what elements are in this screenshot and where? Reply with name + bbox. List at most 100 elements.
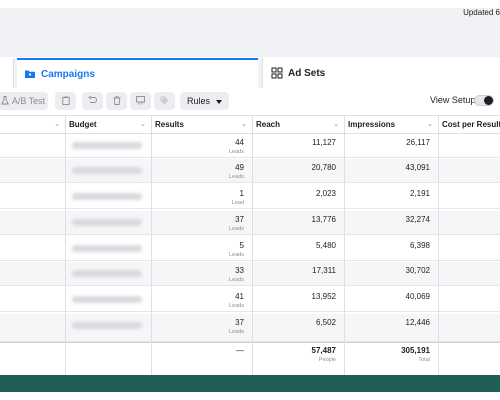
header-bar xyxy=(0,8,500,35)
view-setup-toggle[interactable] xyxy=(474,95,494,106)
ab-test-button[interactable]: A/B Test xyxy=(0,92,48,110)
table-row[interactable]: 49 Leads 20,780 43,091 xyxy=(0,159,500,183)
table-row[interactable]: 5 Leads 5,480 6,398 xyxy=(0,237,500,261)
preview-icon xyxy=(136,95,145,107)
results-value: 37 xyxy=(235,318,244,327)
column-header-budget[interactable]: Budget ⌄ xyxy=(65,115,151,134)
clipboard-icon xyxy=(61,96,70,107)
budget-redacted xyxy=(72,167,142,174)
results-unit: Leads xyxy=(229,149,244,155)
results-unit: Leads xyxy=(229,226,244,232)
rules-label: Rules xyxy=(186,96,210,106)
reach-value: 13,776 xyxy=(311,215,336,224)
impressions-value: 2,191 xyxy=(409,189,430,198)
table-row[interactable]: 33 Leads 17,311 30,702 xyxy=(0,262,500,286)
tab-ad-sets-label: Ad Sets xyxy=(288,67,326,79)
results-value: 44 xyxy=(235,138,244,147)
sort-chevron-icon: ⌄ xyxy=(333,121,339,128)
column-divider xyxy=(438,115,439,375)
reach-value: 6,502 xyxy=(315,318,336,327)
table-row[interactable]: 37 Leads 6,502 12,446 xyxy=(0,314,500,342)
bottom-margin xyxy=(0,392,500,400)
reach-value: 17,311 xyxy=(312,266,336,275)
table-row[interactable]: 44 Leads 11,127 26,117 xyxy=(0,134,500,158)
reach-value: 5,480 xyxy=(315,241,336,250)
view-setup-label: View Setup xyxy=(430,95,476,105)
reach-value: 20,780 xyxy=(311,163,336,172)
results-unit: Leads xyxy=(229,329,244,335)
impressions-value: 26,117 xyxy=(406,138,430,147)
column-divider xyxy=(151,115,152,375)
tag-icon xyxy=(160,96,169,107)
column-divider xyxy=(344,115,345,375)
reach-total-unit: People xyxy=(318,357,336,363)
impressions-value: 40,069 xyxy=(405,292,430,301)
results-value: 49 xyxy=(235,163,244,172)
results-unit: Leads xyxy=(229,252,244,258)
results-unit: Leads xyxy=(229,174,244,180)
reach-value: 13,952 xyxy=(311,292,336,301)
table-row[interactable]: 37 Leads 13,776 32,274 xyxy=(0,211,500,235)
results-value: 37 xyxy=(235,215,244,224)
budget-redacted xyxy=(72,219,142,226)
top-margin xyxy=(0,0,500,8)
column-header-name[interactable]: ⌄ xyxy=(0,115,65,134)
results-unit: Leads xyxy=(229,277,244,283)
tab-ad-sets[interactable]: Ad Sets xyxy=(262,58,500,88)
impressions-value: 30,702 xyxy=(405,266,430,275)
toolbar: A/B Test Rules View Setup xyxy=(0,88,500,114)
column-header-label: Budget xyxy=(69,120,97,129)
sort-chevron-icon: ⌄ xyxy=(140,121,146,128)
sort-chevron-icon: ⌄ xyxy=(427,121,433,128)
grid-icon xyxy=(271,67,283,79)
totals-row: — 57,487 People 305,191 Total xyxy=(0,342,500,375)
results-unit: Lead xyxy=(231,200,244,206)
column-header-results[interactable]: Results ⌄ xyxy=(151,115,252,134)
tab-campaigns[interactable]: Campaigns xyxy=(17,58,258,88)
results-value: 33 xyxy=(235,266,244,275)
tab-overflow-stub[interactable] xyxy=(0,58,14,88)
column-header-label: Results xyxy=(155,120,184,129)
reach-value: 11,127 xyxy=(312,138,336,147)
toggle-knob xyxy=(484,96,493,105)
column-divider xyxy=(252,115,253,375)
budget-redacted xyxy=(72,142,142,149)
table-row[interactable]: 1 Lead 2,023 2,191 xyxy=(0,185,500,209)
column-header-label: Impressions xyxy=(348,120,396,129)
updated-status: Updated 6 xyxy=(463,8,500,17)
budget-redacted xyxy=(72,245,142,252)
budget-redacted xyxy=(72,322,142,329)
table-row[interactable]: 41 Leads 13,952 40,069 xyxy=(0,288,500,312)
rules-dropdown[interactable]: Rules xyxy=(180,92,229,110)
column-header-reach[interactable]: Reach ⌄ xyxy=(252,115,344,134)
column-header-impressions[interactable]: Impressions ⌄ xyxy=(344,115,438,134)
reach-total: 57,487 xyxy=(311,346,336,355)
footer-bar xyxy=(0,375,500,392)
tag-button[interactable] xyxy=(154,92,175,110)
results-value: 1 xyxy=(239,189,244,198)
column-divider xyxy=(65,115,66,375)
results-total: — xyxy=(236,346,244,355)
undo-button[interactable] xyxy=(82,92,103,110)
column-header-cost-per-result[interactable]: Cost per Result xyxy=(438,115,500,134)
header-gap xyxy=(0,35,500,57)
campaigns-table: ⌄ Budget ⌄ Results ⌄ Reach ⌄ Impressions ⌄ C… xyxy=(0,115,500,375)
column-header-label: Reach xyxy=(256,120,281,129)
budget-redacted xyxy=(72,296,142,303)
folder-icon xyxy=(24,68,36,80)
impressions-total-unit: Total xyxy=(418,357,430,363)
trash-icon xyxy=(113,95,121,107)
impressions-total: 305,191 xyxy=(401,346,430,355)
preview-button[interactable] xyxy=(130,92,151,110)
flask-icon xyxy=(0,95,9,107)
tab-campaigns-label: Campaigns xyxy=(41,68,95,80)
sort-chevron-icon: ⌄ xyxy=(54,121,60,128)
results-unit: Leads xyxy=(229,303,244,309)
column-header-label: Cost per Result xyxy=(442,120,500,129)
undo-icon xyxy=(88,95,97,106)
budget-redacted xyxy=(72,193,142,200)
impressions-value: 12,446 xyxy=(405,318,430,327)
ab-test-label: A/B Test xyxy=(11,96,46,106)
clipboard-button[interactable] xyxy=(55,92,76,110)
delete-button[interactable] xyxy=(106,92,127,110)
